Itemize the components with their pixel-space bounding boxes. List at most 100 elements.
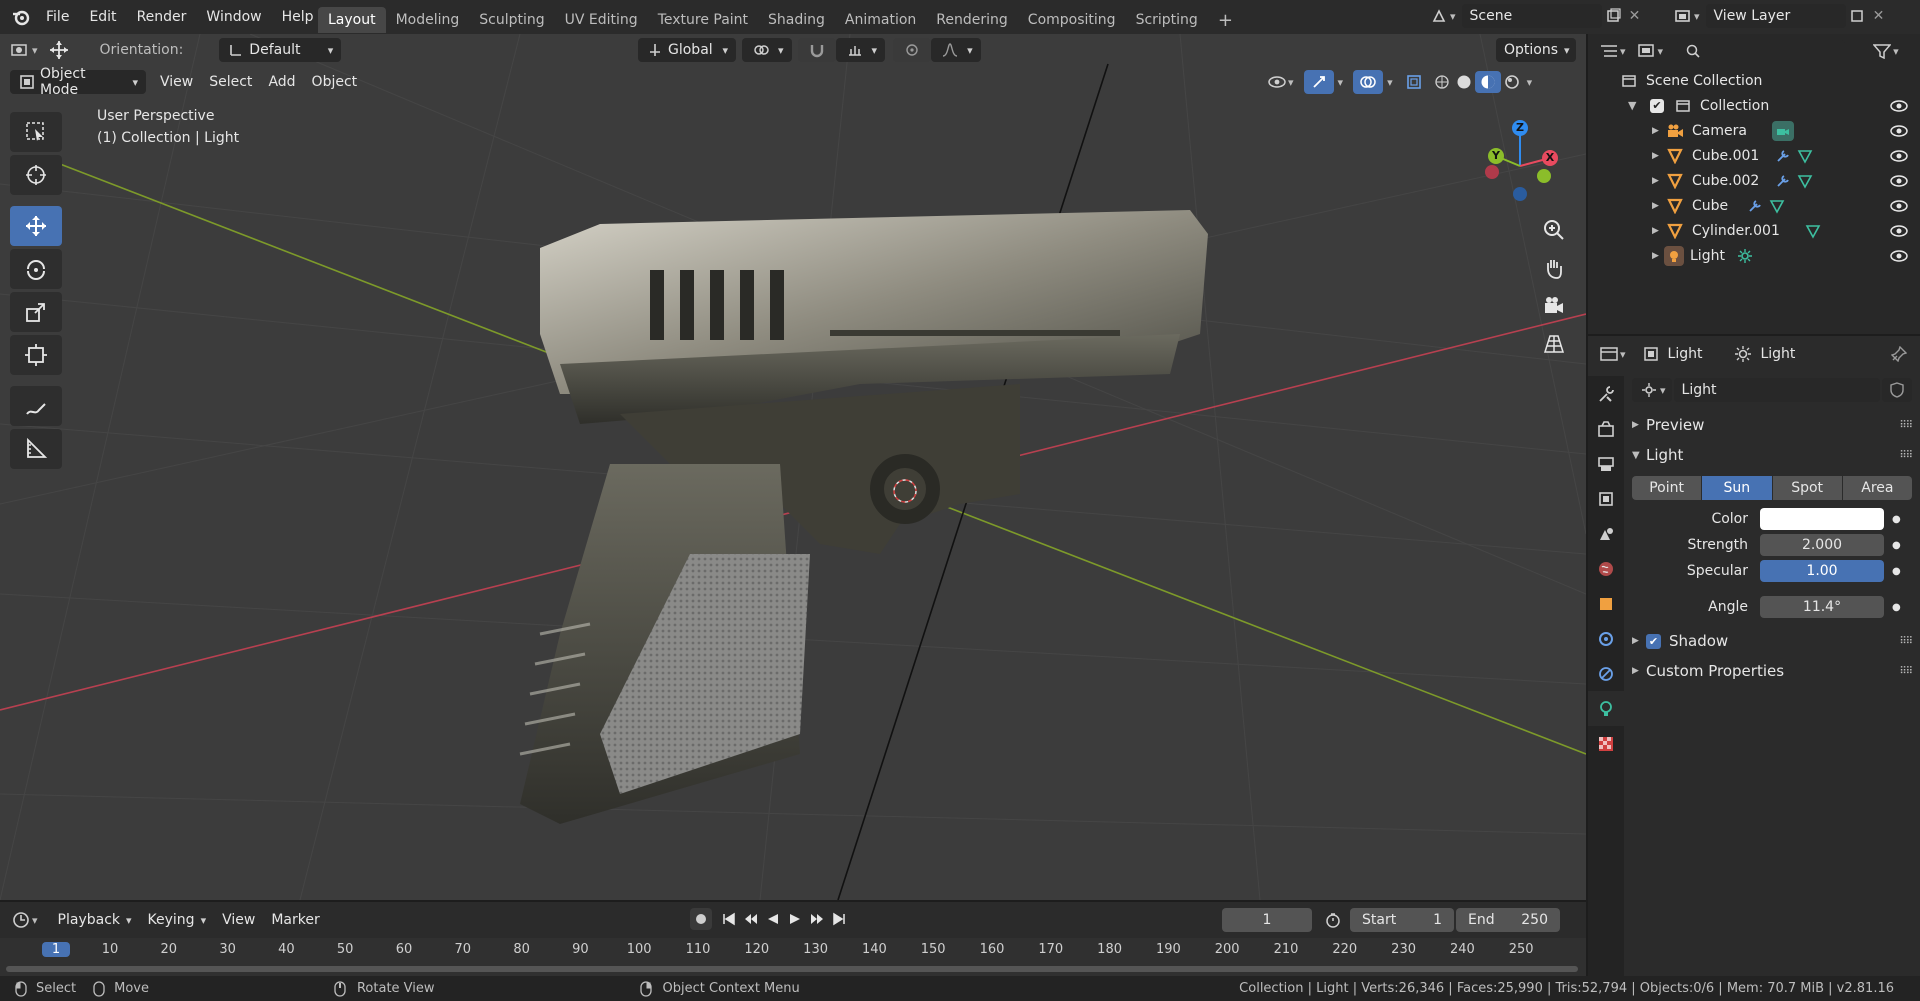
tab-view-layer[interactable] (1588, 481, 1624, 516)
eye-icon[interactable] (1888, 170, 1910, 192)
timeline-menu-view[interactable]: View (214, 908, 263, 932)
expand-arrow-icon[interactable]: ▶ (1652, 226, 1664, 236)
measure-tool[interactable] (10, 429, 62, 469)
pan-hand-icon[interactable] (1538, 252, 1570, 284)
camera-view-icon[interactable] (1538, 290, 1570, 322)
tab-physics[interactable] (1588, 656, 1624, 691)
tab-compositing[interactable]: Compositing (1018, 7, 1126, 33)
timeline-menu-playback[interactable]: Playback (50, 908, 140, 932)
modifier-wrench-icon[interactable] (1772, 145, 1794, 167)
jump-end-icon[interactable] (828, 908, 850, 930)
keyframe-dot-icon[interactable]: ● (1892, 540, 1901, 551)
outliner-row-cylinder-001[interactable]: ▶ Cylinder.001 (1618, 218, 1920, 243)
new-scene-icon[interactable] (1602, 5, 1624, 27)
light-type-area[interactable]: Area (1842, 476, 1912, 500)
tab-animation[interactable]: Animation (835, 7, 926, 33)
display-mode-icon[interactable] (1636, 40, 1658, 62)
pin-icon[interactable] (1888, 343, 1910, 365)
drag-handle-icon[interactable]: ⠿⠿ (1899, 450, 1913, 461)
tab-sculpting[interactable]: Sculpting (469, 7, 554, 33)
new-view-layer-icon[interactable] (1846, 5, 1868, 27)
menu-file[interactable]: File (36, 9, 79, 25)
viewport-menu-select[interactable]: Select (201, 70, 260, 94)
expand-arrow-icon[interactable]: ▶ (1652, 126, 1664, 136)
shadow-checkbox[interactable]: ✔ (1646, 633, 1661, 649)
collapse-arrow-icon[interactable]: ▼ (1628, 99, 1642, 112)
overlays-toggle[interactable] (1353, 70, 1384, 94)
tab-scripting[interactable]: Scripting (1126, 7, 1208, 33)
mesh-data-icon[interactable] (1802, 220, 1824, 242)
start-frame-field[interactable]: Start 1 (1350, 908, 1454, 932)
move-tool[interactable] (10, 206, 62, 246)
angle-field[interactable]: 11.4° (1760, 596, 1884, 618)
drag-handle-icon[interactable]: ⠿⠿ (1899, 420, 1913, 431)
eye-icon[interactable] (1888, 195, 1910, 217)
panel-preview-header[interactable]: ▶ Preview ⠿⠿ (1632, 410, 1913, 440)
tab-object-data-light[interactable] (1588, 691, 1624, 726)
snap-target-dropdown[interactable] (835, 38, 886, 62)
tab-output[interactable] (1588, 446, 1624, 481)
timeline-menu-keying[interactable]: Keying (140, 908, 215, 932)
camera-data-icon[interactable] (1772, 120, 1794, 141)
drag-handle-icon[interactable]: ⠿⠿ (1899, 636, 1913, 647)
specular-slider[interactable]: 1.00 (1760, 560, 1884, 582)
outliner-row-light[interactable]: ▶ Light (1618, 243, 1920, 268)
cursor-tool[interactable] (10, 155, 62, 195)
tab-object[interactable] (1588, 586, 1624, 621)
editor-type-icon[interactable] (10, 39, 32, 61)
scene-icon[interactable] (1428, 5, 1450, 27)
properties-editor-icon[interactable] (1598, 343, 1620, 365)
filter-icon[interactable] (1871, 40, 1893, 62)
tab-shading[interactable]: Shading (758, 7, 835, 33)
eye-icon[interactable] (1888, 145, 1910, 167)
rendered-shading-icon[interactable] (1501, 71, 1523, 93)
tab-world[interactable] (1588, 551, 1624, 586)
outliner-row-collection[interactable]: ▼ ✔ Collection (1618, 93, 1920, 118)
light-type-point[interactable]: Point (1632, 476, 1702, 500)
expand-arrow-icon[interactable]: ▶ (1652, 201, 1664, 211)
light-type-sun[interactable]: Sun (1702, 476, 1772, 500)
jump-keyframe-prev-icon[interactable] (740, 908, 762, 930)
transform-pivot-icon[interactable] (48, 39, 70, 61)
annotate-tool[interactable] (10, 386, 62, 426)
tab-tool[interactable] (1588, 376, 1624, 411)
datablock-browse-button[interactable]: ▾ (1632, 378, 1672, 402)
outliner-row-scene-collection[interactable]: Scene Collection (1618, 68, 1920, 93)
modifier-wrench-icon[interactable] (1772, 170, 1794, 192)
delete-view-layer-icon[interactable]: ✕ (1868, 5, 1890, 27)
proportional-edit-toggle[interactable] (893, 38, 932, 62)
orientation-dropdown[interactable]: Default (219, 38, 342, 62)
add-workspace-button[interactable]: + (1208, 7, 1243, 33)
mesh-data-icon[interactable] (1794, 145, 1816, 167)
timeline-menu-marker[interactable]: Marker (263, 908, 327, 932)
outliner-row-cube-002[interactable]: ▶ Cube.002 (1618, 168, 1920, 193)
drag-handle-icon[interactable]: ⠿⠿ (1899, 666, 1913, 677)
transform-orientation-dropdown[interactable]: Global (638, 38, 736, 62)
modifier-wrench-icon[interactable] (1744, 195, 1766, 217)
scene-name-field[interactable]: Scene (1461, 4, 1602, 28)
viewport-menu-view[interactable]: View (152, 70, 201, 94)
gizmo-y-axis[interactable]: Y (1488, 148, 1504, 164)
light-type-spot[interactable]: Spot (1772, 476, 1842, 500)
keyframe-dot-icon[interactable]: ● (1892, 514, 1901, 525)
snap-toggle[interactable] (797, 38, 836, 62)
outliner-row-camera[interactable]: ▶ Camera (1618, 118, 1920, 143)
stopwatch-icon[interactable] (1322, 909, 1344, 931)
color-swatch[interactable] (1760, 508, 1884, 530)
end-frame-field[interactable]: End 250 (1456, 908, 1560, 932)
expand-arrow-icon[interactable]: ▶ (1652, 176, 1664, 186)
eye-icon[interactable] (1888, 220, 1910, 242)
mesh-data-icon[interactable] (1766, 195, 1788, 217)
tab-modifiers[interactable] (1588, 621, 1624, 656)
menu-help[interactable]: Help (272, 9, 324, 25)
view-layer-icon[interactable] (1672, 5, 1694, 27)
keyframe-dot-icon[interactable]: ● (1892, 602, 1901, 613)
outliner-editor-icon[interactable] (1598, 40, 1620, 62)
zoom-icon[interactable] (1538, 214, 1570, 246)
tab-uv-editing[interactable]: UV Editing (555, 7, 648, 33)
tab-texture[interactable] (1588, 726, 1624, 761)
xray-toggle-icon[interactable] (1403, 71, 1425, 93)
view-layer-name-field[interactable]: View Layer (1705, 4, 1846, 28)
collection-checkbox[interactable]: ✔ (1650, 98, 1664, 113)
mesh-data-icon[interactable] (1794, 170, 1816, 192)
